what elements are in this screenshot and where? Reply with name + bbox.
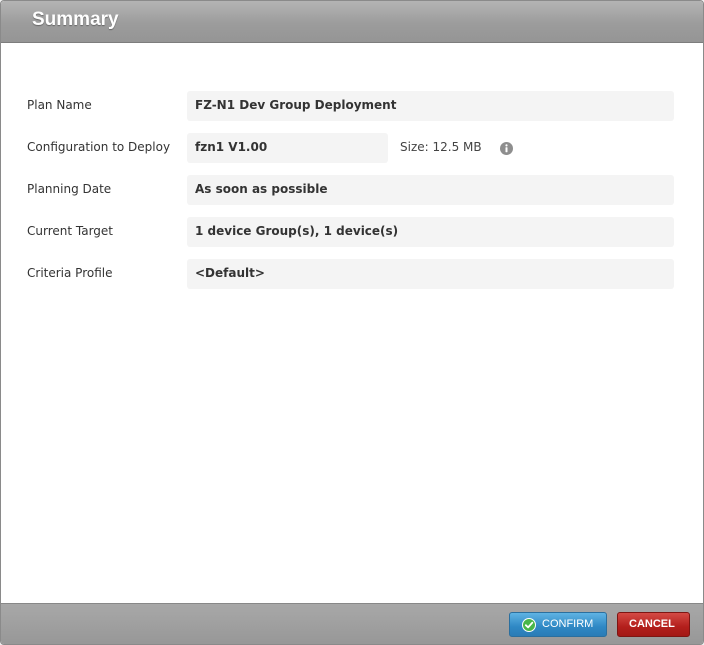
criteria-profile-label: Criteria Profile	[27, 266, 113, 280]
planning-date-field: As soon as possible	[187, 175, 674, 205]
plan-name-label: Plan Name	[27, 98, 92, 112]
configuration-value: fzn1 V1.00	[195, 140, 268, 154]
summary-dialog: Summary Plan Name FZ-N1 Dev Group Deploy…	[0, 0, 704, 645]
planning-date-value: As soon as possible	[195, 182, 328, 196]
row-plan-name: Plan Name FZ-N1 Dev Group Deployment	[1, 91, 703, 121]
confirm-button[interactable]: CONFIRM	[509, 612, 607, 637]
configuration-field: fzn1 V1.00	[187, 133, 388, 163]
row-criteria-profile: Criteria Profile <Default>	[1, 259, 703, 289]
configuration-size: Size: 12.5 MB	[400, 140, 482, 154]
current-target-value: 1 device Group(s), 1 device(s)	[195, 224, 399, 238]
summary-content: Plan Name FZ-N1 Dev Group Deployment Con…	[1, 43, 703, 603]
row-planning-date: Planning Date As soon as possible	[1, 175, 703, 205]
plan-name-field: FZ-N1 Dev Group Deployment	[187, 91, 674, 121]
info-icon[interactable]	[500, 142, 513, 155]
cancel-button-label: CANCEL	[629, 618, 675, 630]
check-icon	[522, 618, 536, 632]
cancel-button[interactable]: CANCEL	[617, 612, 690, 637]
confirm-button-label: CONFIRM	[542, 618, 594, 630]
dialog-titlebar[interactable]: Summary	[1, 1, 703, 43]
current-target-label: Current Target	[27, 224, 114, 238]
row-current-target: Current Target 1 device Group(s), 1 devi…	[1, 217, 703, 247]
dialog-title: Summary	[32, 9, 119, 30]
configuration-label: Configuration to Deploy	[27, 140, 171, 154]
dialog-footer: CONFIRM CANCEL	[1, 603, 703, 644]
planning-date-label: Planning Date	[27, 182, 112, 196]
row-configuration: Configuration to Deploy fzn1 V1.00 Size:…	[1, 133, 703, 163]
criteria-profile-value: <Default>	[195, 266, 265, 280]
current-target-field: 1 device Group(s), 1 device(s)	[187, 217, 674, 247]
plan-name-value: FZ-N1 Dev Group Deployment	[195, 98, 397, 112]
criteria-profile-field: <Default>	[187, 259, 674, 289]
